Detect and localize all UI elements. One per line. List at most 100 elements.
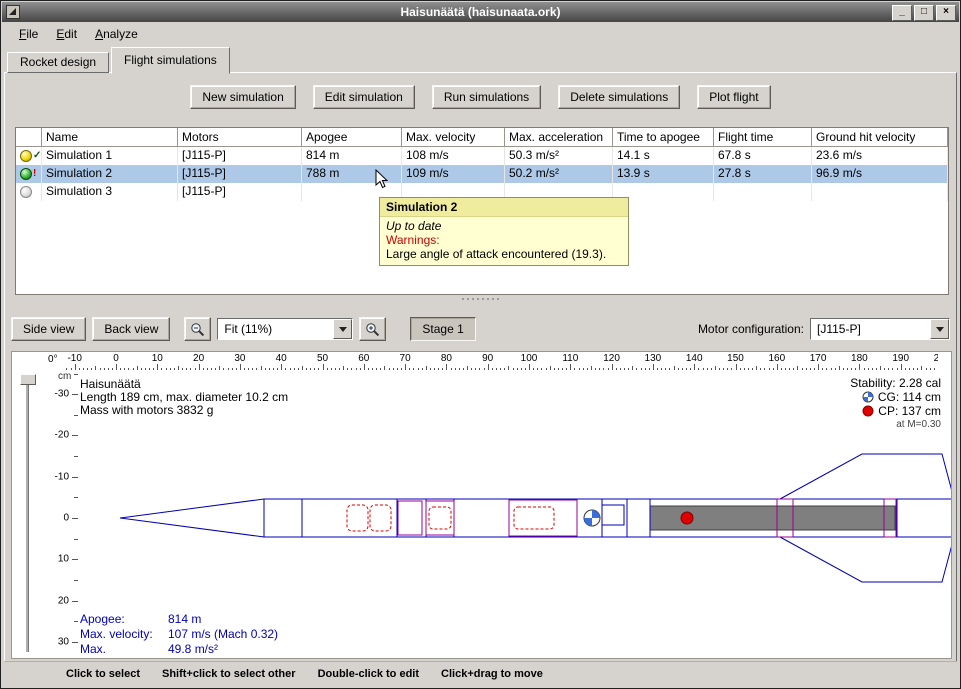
rotation-slider-track[interactable] xyxy=(26,380,29,652)
tooltip-title: Simulation 2 xyxy=(380,198,628,217)
rocket-view[interactable]: 0° cm -100102030405060708090100110120130… xyxy=(11,351,952,659)
h-ruler-label: 30 xyxy=(234,353,245,364)
column-header-status[interactable] xyxy=(16,128,42,147)
column-header-name[interactable]: Name xyxy=(42,128,178,147)
delete-simulations-button[interactable]: Delete simulations xyxy=(558,85,680,109)
simulation-buttons-row: New simulation Edit simulation Run simulat… xyxy=(1,85,960,109)
cell-motors: [J115-P] xyxy=(178,147,302,165)
v-ruler-label: -10 xyxy=(55,471,69,482)
edit-simulation-button[interactable]: Edit simulation xyxy=(313,85,415,109)
window-title: Haisunäätä (haisunaata.ork) xyxy=(2,2,959,22)
flight-data-row: Max. acceleration:49.8 m/s² xyxy=(80,642,278,659)
minimize-button[interactable]: _ xyxy=(892,5,912,21)
cell-max-acceleration: 50.2 m/s² xyxy=(505,165,613,183)
recovery-devices[interactable] xyxy=(347,505,554,531)
cell-name: Simulation 3 xyxy=(42,183,178,201)
column-header-max-acceleration[interactable]: Max. acceleration xyxy=(505,128,613,147)
v-ruler-label: -30 xyxy=(55,389,69,400)
zoom-in-button[interactable] xyxy=(359,317,386,341)
flight-data-label: Max. acceleration: xyxy=(80,642,168,659)
run-simulations-button[interactable]: Run simulations xyxy=(432,85,541,109)
stage-1-toggle[interactable]: Stage 1 xyxy=(410,317,475,341)
cp-value: CP: 137 cm xyxy=(878,404,941,418)
cell-time-to-apogee: 13.9 s xyxy=(613,165,714,183)
cell-name: Simulation 2 xyxy=(42,165,178,183)
maximize-button[interactable]: □ xyxy=(914,5,934,21)
cell-flight-time xyxy=(714,183,812,201)
h-ruler-label: 70 xyxy=(400,353,411,364)
flight-data-block: Apogee:814 mMax. velocity:107 m/s (Mach … xyxy=(80,612,278,659)
chevron-down-icon[interactable] xyxy=(333,319,352,339)
flight-data-value: 49.8 m/s² xyxy=(168,642,218,659)
tooltip-warnings-label: Warnings: xyxy=(386,233,622,247)
flight-data-row: Apogee:814 m xyxy=(80,612,278,627)
h-ruler-label: 10 xyxy=(152,353,163,364)
motor-configuration-select[interactable]: [J115-P] xyxy=(810,318,950,340)
column-header-apogee[interactable]: Apogee xyxy=(302,128,402,147)
h-ruler-label: 170 xyxy=(810,353,827,364)
rocket-mass: Mass with motors 3832 g xyxy=(80,404,288,417)
menu-item-analyze[interactable]: Analyze xyxy=(86,24,147,44)
cell-max-velocity: 108 m/s xyxy=(402,147,505,165)
flight-data-value: 814 m xyxy=(168,612,201,627)
cell-max-acceleration: 50.3 m/s² xyxy=(505,147,613,165)
zoom-out-button[interactable] xyxy=(184,317,211,341)
h-ruler-label: 190 xyxy=(892,353,909,364)
stability-block: Stability: 2.28 cal CG: 114 cm CP: 137 c… xyxy=(850,376,941,432)
status-hint-double-click-to-edit: Double-click to edit xyxy=(318,668,419,680)
mach-condition: at M=0.30 xyxy=(896,418,941,432)
flight-data-row: Max. velocity:107 m/s (Mach 0.32) xyxy=(80,627,278,642)
h-ruler-label: -10 xyxy=(67,353,81,364)
menu-item-edit[interactable]: Edit xyxy=(47,24,86,44)
splitter-handle[interactable] xyxy=(1,295,960,303)
v-ruler-label: 10 xyxy=(58,554,69,565)
simulation-tooltip: Simulation 2 Up to date Warnings: Large … xyxy=(379,197,629,266)
column-header-flight-time[interactable]: Flight time xyxy=(714,128,812,147)
flight-data-label: Apogee: xyxy=(80,612,168,627)
menu-item-file[interactable]: File xyxy=(10,24,47,44)
back-view-button[interactable]: Back view xyxy=(92,317,170,341)
cell-motors: [J115-P] xyxy=(178,165,302,183)
tab-flight-simulations[interactable]: Flight simulations xyxy=(111,47,230,74)
simulation-status-icon: ! xyxy=(16,165,42,183)
zoom-out-icon xyxy=(190,322,205,337)
view-toolbar: Side view Back view Fit (11%) Stage 1 Mo… xyxy=(11,313,950,345)
table-row[interactable]: ✓Simulation 1[J115-P]814 m108 m/s50.3 m/… xyxy=(16,147,948,165)
simulation-status-icon: ✓ xyxy=(16,147,42,165)
stability-value: Stability: 2.28 cal xyxy=(850,376,941,390)
h-ruler-label: 0 xyxy=(113,353,119,364)
cell-time-to-apogee: 14.1 s xyxy=(613,147,714,165)
h-ruler-label: 150 xyxy=(727,353,744,364)
h-ruler-label: 40 xyxy=(276,353,287,364)
zoom-select[interactable]: Fit (11%) xyxy=(217,318,353,340)
v-ruler-label: 20 xyxy=(58,595,69,606)
table-row[interactable]: !Simulation 2[J115-P]788 m109 m/s50.2 m/… xyxy=(16,165,948,183)
h-ruler-label: 120 xyxy=(603,353,620,364)
flight-data-label: Max. velocity: xyxy=(80,627,168,642)
h-ruler-label: 140 xyxy=(686,353,703,364)
tooltip-warning-text: Large angle of attack encountered (19.3)… xyxy=(386,247,622,261)
column-header-time-to-apogee[interactable]: Time to apogee xyxy=(613,128,714,147)
table-header-row: NameMotorsApogeeMax. velocityMax. accele… xyxy=(16,128,948,147)
column-header-ground-hit-velocity[interactable]: Ground hit velocity xyxy=(812,128,948,147)
tab-rocket-design[interactable]: Rocket design xyxy=(7,52,109,73)
rotation-slider-handle[interactable] xyxy=(20,374,36,385)
table-body: ✓Simulation 1[J115-P]814 m108 m/s50.3 m/… xyxy=(16,147,948,201)
h-ruler-label: 60 xyxy=(358,353,369,364)
cp-legend-icon xyxy=(862,405,874,417)
title-bar[interactable]: Haisunäätä (haisunaata.ork) _ □ × xyxy=(2,2,959,23)
column-header-max-velocity[interactable]: Max. velocity xyxy=(402,128,505,147)
plot-flight-button[interactable]: Plot flight xyxy=(697,85,770,109)
motor-configuration-value: [J115-P] xyxy=(811,319,930,339)
close-button[interactable]: × xyxy=(936,5,956,21)
side-view-button[interactable]: Side view xyxy=(11,317,86,341)
cell-ground-hit-velocity xyxy=(812,183,948,201)
cg-value: CG: 114 cm xyxy=(878,390,941,404)
new-simulation-button[interactable]: New simulation xyxy=(190,85,295,109)
column-header-motors[interactable]: Motors xyxy=(178,128,302,147)
chevron-down-icon[interactable] xyxy=(930,319,949,339)
menu-bar: FileEditAnalyze xyxy=(2,22,959,46)
status-hint-shift-click-to-select-other: Shift+click to select other xyxy=(162,668,296,680)
horizontal-ruler: -100102030405060708090100110120130140150… xyxy=(62,352,938,370)
v-ruler-label: -20 xyxy=(55,430,69,441)
